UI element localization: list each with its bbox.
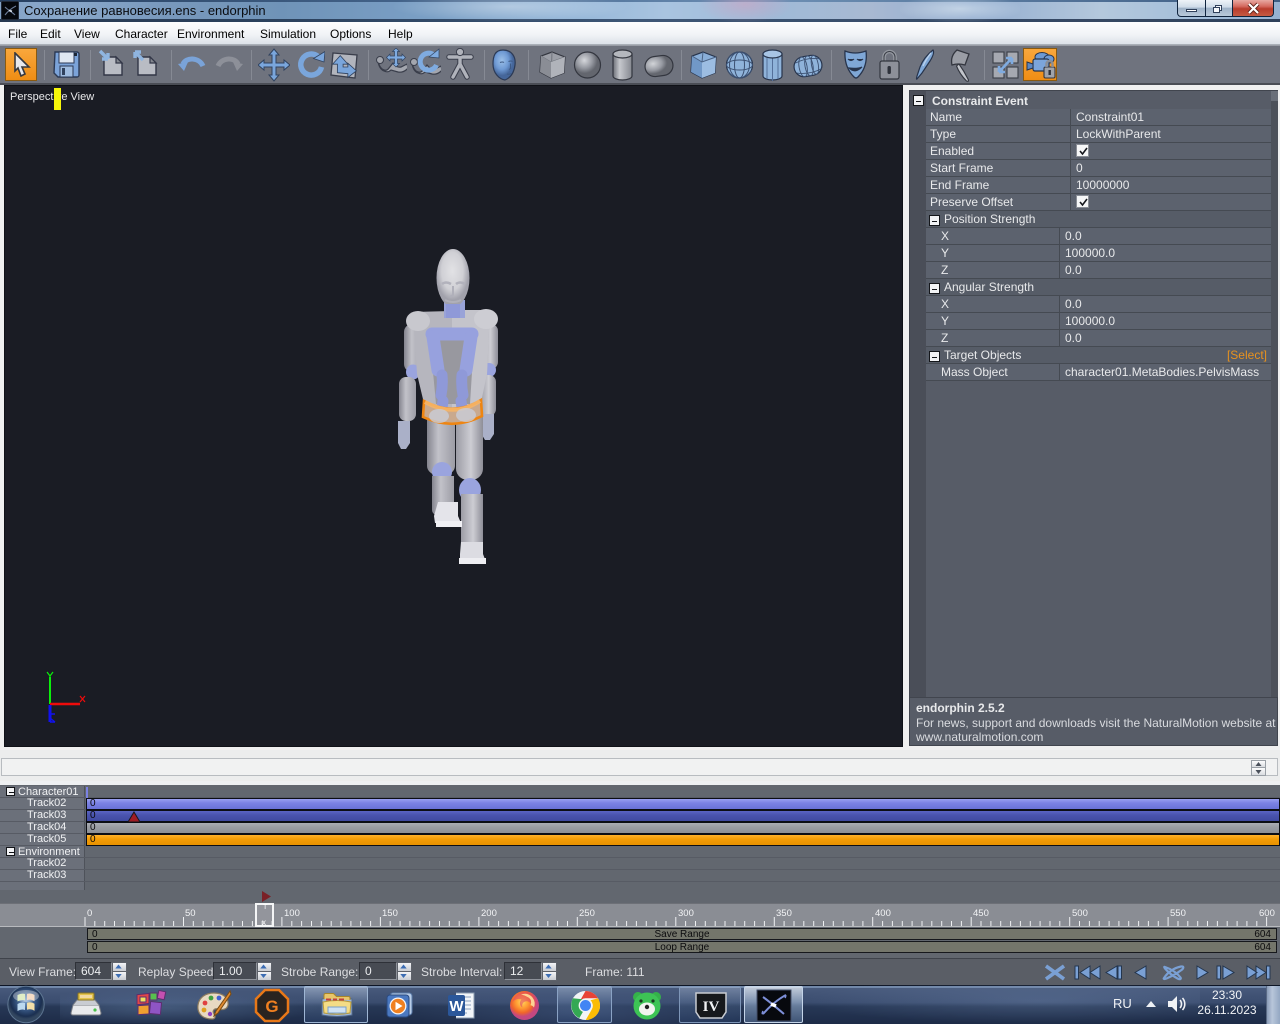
svg-text:0: 0 (87, 908, 92, 919)
svg-text:400: 400 (875, 908, 891, 919)
svg-text:550: 550 (1170, 908, 1186, 919)
svg-text:IV: IV (703, 999, 720, 1015)
svg-text:350: 350 (776, 908, 792, 919)
svg-text:600: 600 (1259, 908, 1275, 919)
svg-text:200: 200 (481, 908, 497, 919)
svg-text:G: G (265, 997, 278, 1016)
svg-text:250: 250 (579, 908, 595, 919)
svg-text:50: 50 (185, 908, 196, 919)
svg-text:300: 300 (678, 908, 694, 919)
svg-text:100: 100 (284, 908, 300, 919)
svg-text:150: 150 (382, 908, 398, 919)
svg-text:W: W (449, 998, 464, 1015)
svg-text:450: 450 (973, 908, 989, 919)
svg-text:500: 500 (1072, 908, 1088, 919)
